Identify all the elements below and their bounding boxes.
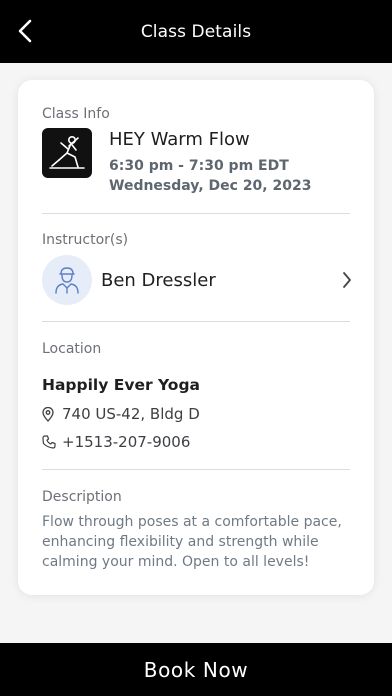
- book-now-button[interactable]: Book Now: [0, 643, 392, 696]
- chevron-left-icon: [18, 19, 32, 43]
- yoga-pose-icon: [49, 135, 85, 169]
- phone-line[interactable]: +1513-207-9006: [42, 433, 190, 451]
- location-label: Location: [42, 341, 102, 357]
- top-bar: Class Details: [0, 0, 392, 63]
- instructor-name: Ben Dressler: [101, 269, 216, 291]
- divider: [42, 321, 350, 322]
- chevron-right-icon: [340, 270, 354, 290]
- divider: [42, 213, 350, 214]
- instructor-label: Instructor(s): [42, 232, 129, 248]
- back-button[interactable]: [8, 14, 42, 48]
- location-name: Happily Ever Yoga: [42, 376, 200, 394]
- instructor-row[interactable]: Ben Dressler: [42, 254, 354, 306]
- person-avatar-icon: [55, 267, 79, 294]
- phone-icon: [42, 434, 56, 450]
- description-label: Description: [42, 489, 122, 505]
- class-date: Wednesday, Dec 20, 2023: [109, 178, 312, 194]
- class-thumbnail: [42, 128, 92, 178]
- avatar: [42, 255, 92, 305]
- class-name: HEY Warm Flow: [109, 129, 250, 150]
- class-info-label: Class Info: [42, 106, 110, 122]
- address-line[interactable]: 740 US-42, Bldg D: [42, 405, 200, 423]
- map-pin-icon: [42, 406, 56, 422]
- class-time: 6:30 pm - 7:30 pm EDT: [109, 158, 289, 174]
- class-details-card: Class Info HEY Warm Flow 6:30 pm - 7:30 …: [18, 80, 374, 595]
- page-title: Class Details: [140, 21, 252, 42]
- description-text: Flow through poses at a comfortable pace…: [42, 514, 342, 570]
- divider: [42, 469, 350, 470]
- phone-text: +1513-207-9006: [62, 433, 191, 451]
- address-text: 740 US-42, Bldg D: [62, 405, 200, 423]
